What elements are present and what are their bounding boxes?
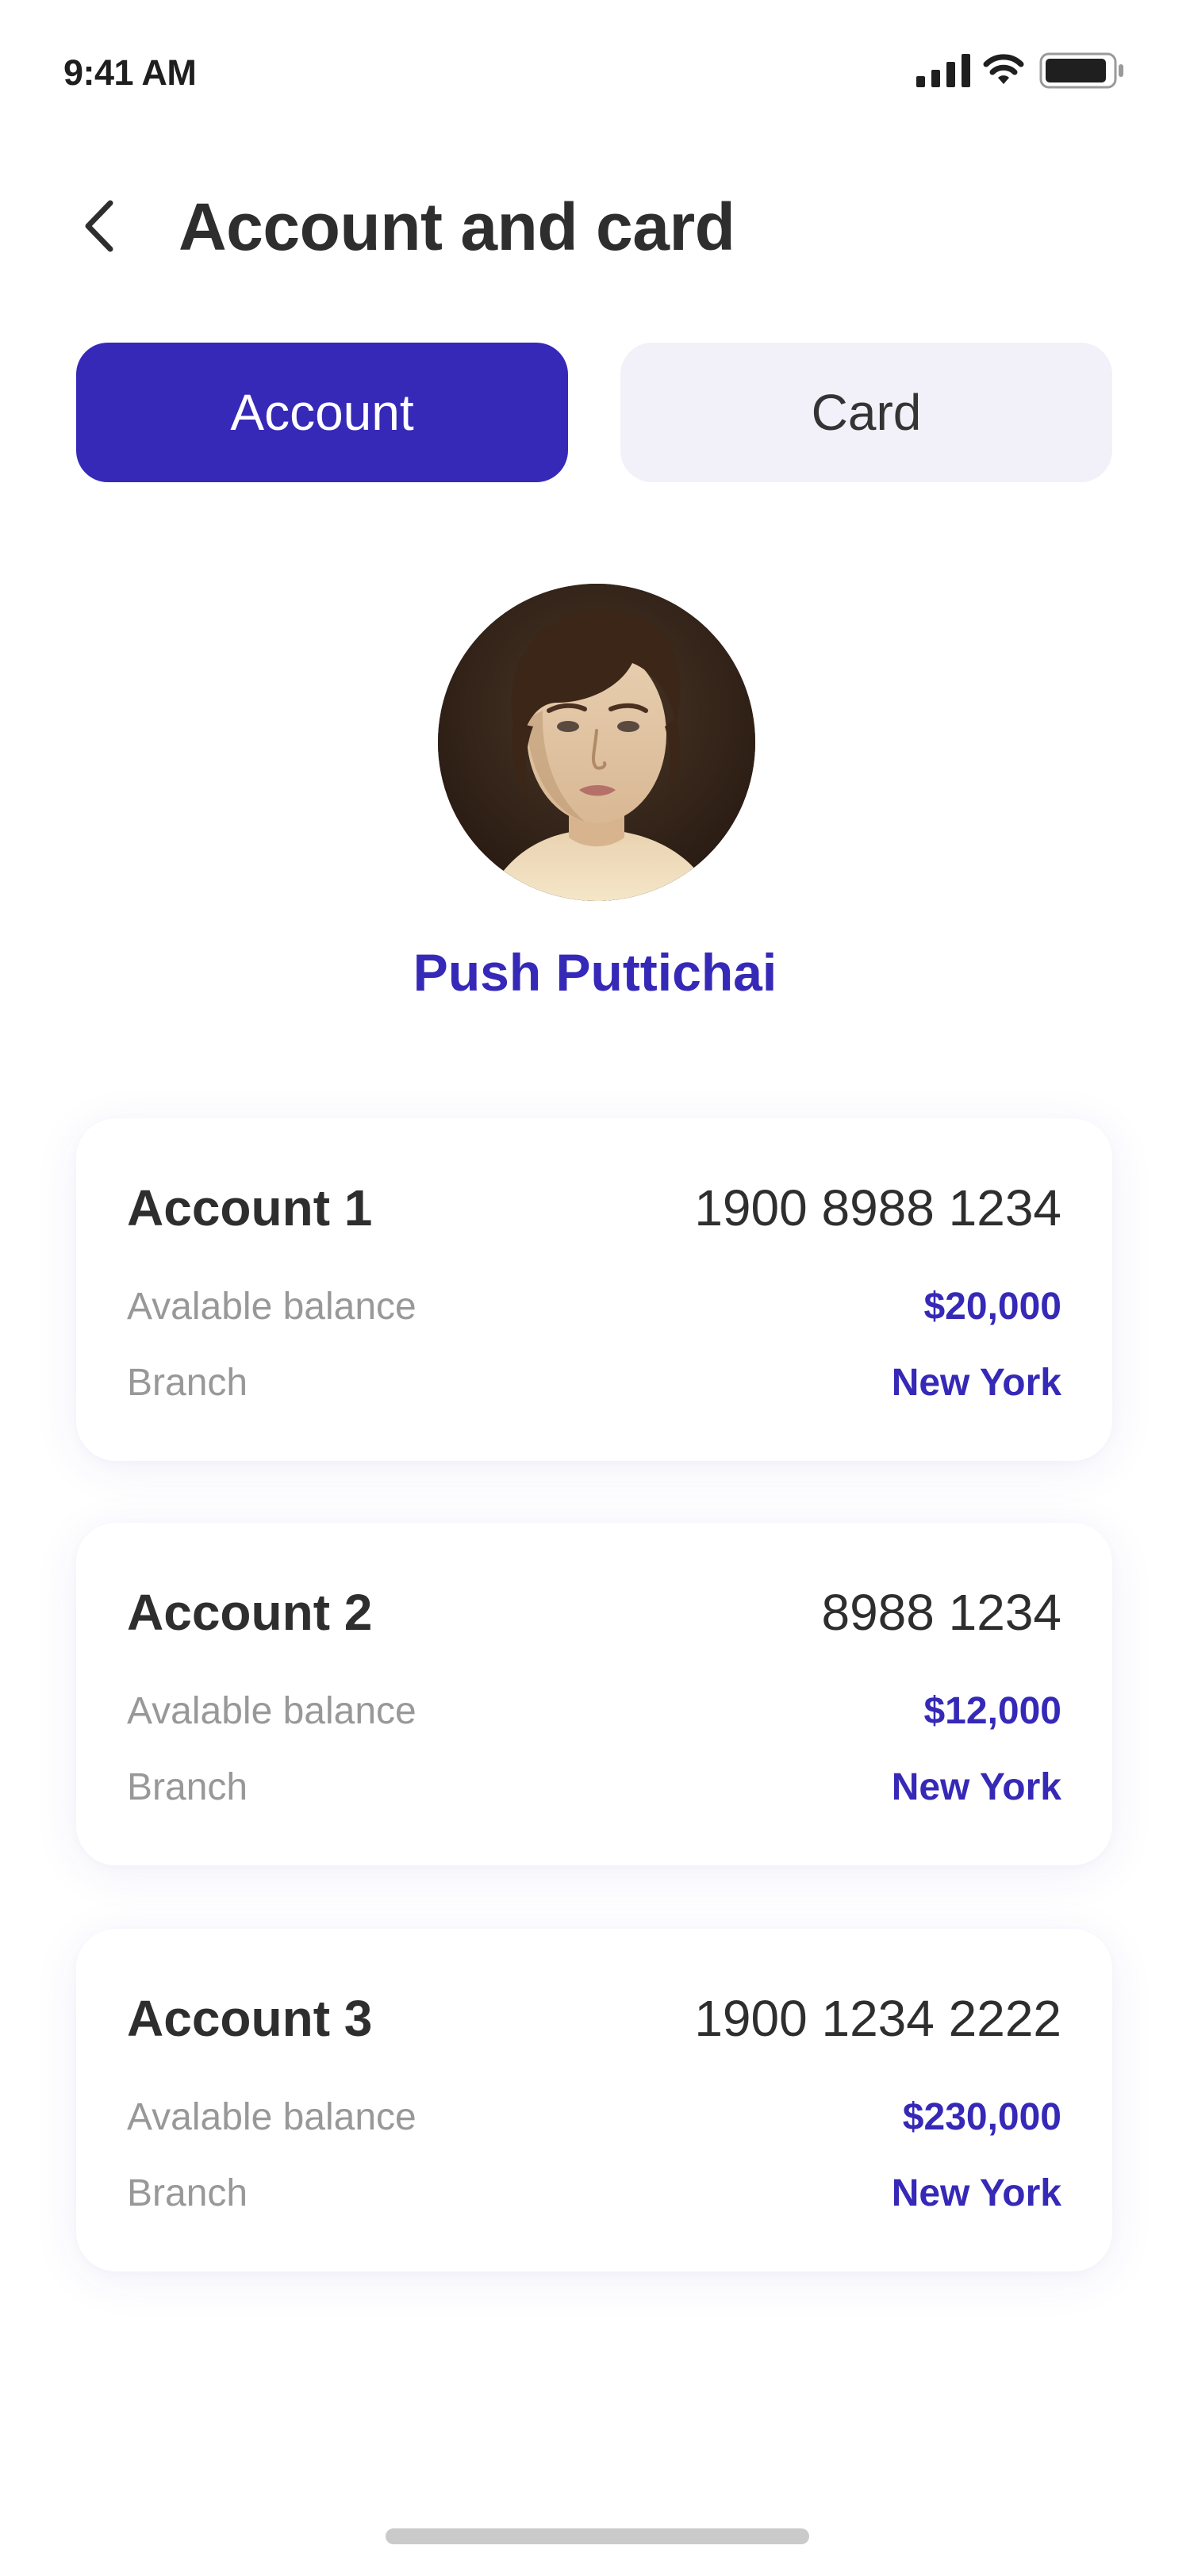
account-name: Account 1 bbox=[127, 1179, 373, 1236]
branch-label: Branch bbox=[127, 1362, 248, 1404]
account-title-row: Account 3 1900 1234 2222 bbox=[127, 1989, 1061, 2048]
cellular-signal-icon bbox=[916, 54, 970, 87]
back-button[interactable] bbox=[71, 190, 127, 262]
balance-label: Avalable balance bbox=[127, 1286, 416, 1328]
account-card-tabs: Account Card bbox=[76, 343, 1112, 482]
status-bar: 9:41 AM bbox=[0, 0, 1190, 143]
balance-label: Avalable balance bbox=[127, 1690, 416, 1732]
balance-value: $12,000 bbox=[923, 1690, 1061, 1732]
branch-row: Branch New York bbox=[127, 1361, 1061, 1405]
balance-value: $20,000 bbox=[923, 1286, 1061, 1328]
account-card[interactable]: Account 3 1900 1234 2222 Avalable balanc… bbox=[76, 1929, 1112, 2271]
branch-value: New York bbox=[891, 1766, 1061, 1808]
branch-value: New York bbox=[891, 2172, 1061, 2214]
balance-row: Avalable balance $12,000 bbox=[127, 1689, 1061, 1733]
branch-label: Branch bbox=[127, 1766, 248, 1808]
tab-account[interactable]: Account bbox=[76, 343, 568, 482]
account-card[interactable]: Account 1 1900 8988 1234 Avalable balanc… bbox=[76, 1118, 1112, 1461]
branch-label: Branch bbox=[127, 2172, 248, 2214]
branch-row: Branch New York bbox=[127, 1765, 1061, 1809]
branch-value: New York bbox=[891, 1362, 1061, 1404]
balance-value: $230,000 bbox=[902, 2096, 1061, 2138]
balance-row: Avalable balance $230,000 bbox=[127, 2095, 1061, 2139]
home-indicator[interactable] bbox=[386, 2528, 809, 2544]
account-number: 1900 1234 2222 bbox=[694, 1990, 1061, 2047]
page-title: Account and card bbox=[178, 190, 735, 264]
profile-name: Push Puttichai bbox=[413, 943, 777, 1002]
branch-row: Branch New York bbox=[127, 2172, 1061, 2215]
balance-row: Avalable balance $20,000 bbox=[127, 1285, 1061, 1328]
header: Account and card bbox=[0, 174, 1190, 278]
account-title-row: Account 2 8988 1234 bbox=[127, 1583, 1061, 1642]
status-time: 9:41 AM bbox=[63, 52, 197, 93]
account-title-row: Account 1 1900 8988 1234 bbox=[127, 1179, 1061, 1237]
balance-label: Avalable balance bbox=[127, 2096, 416, 2138]
account-card[interactable]: Account 2 8988 1234 Avalable balance $12… bbox=[76, 1523, 1112, 1865]
account-name: Account 2 bbox=[127, 1584, 373, 1641]
account-and-card-screen: 9:41 AM Account and card Account Card Pu… bbox=[0, 0, 1190, 2576]
account-number: 8988 1234 bbox=[821, 1584, 1061, 1641]
avatar-portrait-image bbox=[438, 584, 755, 901]
wifi-icon bbox=[983, 54, 1024, 84]
avatar bbox=[438, 584, 755, 901]
account-number: 1900 8988 1234 bbox=[694, 1179, 1061, 1236]
battery-icon bbox=[1039, 52, 1123, 89]
tab-card[interactable]: Card bbox=[620, 343, 1112, 482]
account-name: Account 3 bbox=[127, 1990, 373, 2047]
chevron-left-icon bbox=[85, 200, 113, 252]
